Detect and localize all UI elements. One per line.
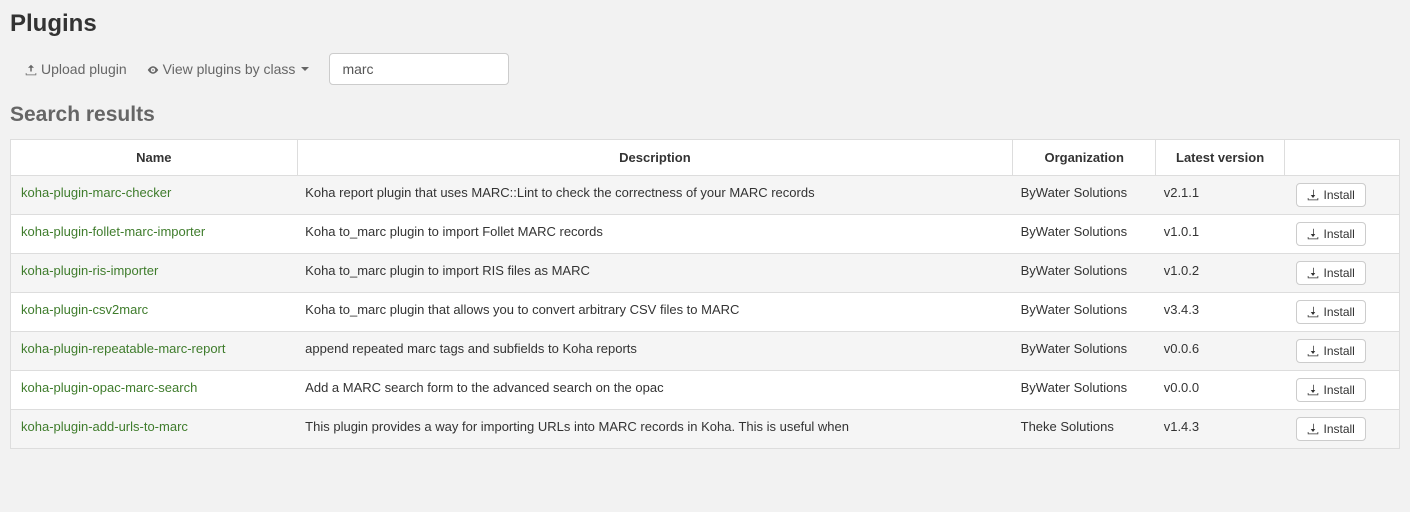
install-button[interactable]: Install xyxy=(1296,261,1365,285)
view-by-class-dropdown[interactable]: View plugins by class xyxy=(147,61,310,77)
plugin-description: This plugin provides a way for importing… xyxy=(297,410,1012,449)
plugin-description: Koha to_marc plugin to import RIS files … xyxy=(297,254,1012,293)
col-description-header: Description xyxy=(297,140,1012,176)
plugin-search-input[interactable] xyxy=(329,53,509,85)
plugin-description: Koha report plugin that uses MARC::Lint … xyxy=(297,176,1012,215)
caret-down-icon xyxy=(301,67,309,71)
view-by-class-label: View plugins by class xyxy=(163,61,296,77)
install-button[interactable]: Install xyxy=(1296,183,1365,207)
install-label: Install xyxy=(1323,383,1354,397)
plugin-name-link[interactable]: koha-plugin-repeatable-marc-report xyxy=(21,341,226,356)
install-label: Install xyxy=(1323,266,1354,280)
install-button[interactable]: Install xyxy=(1296,378,1365,402)
plugin-organization: ByWater Solutions xyxy=(1013,254,1156,293)
install-label: Install xyxy=(1323,422,1354,436)
plugin-name-link[interactable]: koha-plugin-marc-checker xyxy=(21,185,171,200)
plugin-name-link[interactable]: koha-plugin-follet-marc-importer xyxy=(21,224,205,239)
plugin-version: v1.0.1 xyxy=(1156,215,1285,254)
plugin-name-link[interactable]: koha-plugin-add-urls-to-marc xyxy=(21,419,188,434)
install-label: Install xyxy=(1323,344,1354,358)
plugin-version: v0.0.0 xyxy=(1156,371,1285,410)
plugin-version: v3.4.3 xyxy=(1156,293,1285,332)
plugin-toolbar: Upload plugin View plugins by class xyxy=(10,53,1400,85)
plugin-organization: Theke Solutions xyxy=(1013,410,1156,449)
table-row: koha-plugin-marc-checker Koha report plug… xyxy=(11,176,1399,215)
plugin-organization: ByWater Solutions xyxy=(1013,215,1156,254)
plugin-organization: ByWater Solutions xyxy=(1013,332,1156,371)
col-organization-header: Organization xyxy=(1013,140,1156,176)
plugin-version: v1.4.3 xyxy=(1156,410,1285,449)
download-icon xyxy=(1307,267,1319,279)
install-label: Install xyxy=(1323,188,1354,202)
download-icon xyxy=(1307,345,1319,357)
download-icon xyxy=(1307,228,1319,240)
install-button[interactable]: Install xyxy=(1296,222,1365,246)
plugin-version: v1.0.2 xyxy=(1156,254,1285,293)
plugins-table: Name Description Organization Latest ver… xyxy=(11,140,1399,448)
page-title: Plugins xyxy=(10,10,1400,38)
col-name-header: Name xyxy=(11,140,297,176)
download-icon xyxy=(1307,423,1319,435)
plugin-organization: ByWater Solutions xyxy=(1013,371,1156,410)
plugin-description: Add a MARC search form to the advanced s… xyxy=(297,371,1012,410)
results-panel: Name Description Organization Latest ver… xyxy=(10,139,1400,449)
plugin-organization: ByWater Solutions xyxy=(1013,176,1156,215)
upload-plugin-label: Upload plugin xyxy=(41,61,127,77)
download-icon xyxy=(1307,189,1319,201)
col-version-header: Latest version xyxy=(1156,140,1285,176)
table-row: koha-plugin-follet-marc-importer Koha to_… xyxy=(11,215,1399,254)
plugin-description: append repeated marc tags and subfields … xyxy=(297,332,1012,371)
plugin-description: Koha to_marc plugin to import Follet MAR… xyxy=(297,215,1012,254)
plugin-description: Koha to_marc plugin that allows you to c… xyxy=(297,293,1012,332)
plugin-name-link[interactable]: koha-plugin-ris-importer xyxy=(21,263,158,278)
table-row: koha-plugin-repeatable-marc-report append… xyxy=(11,332,1399,371)
plugin-organization: ByWater Solutions xyxy=(1013,293,1156,332)
table-row: koha-plugin-ris-importer Koha to_marc plu… xyxy=(11,254,1399,293)
install-label: Install xyxy=(1323,227,1354,241)
table-row: koha-plugin-csv2marc Koha to_marc plugin … xyxy=(11,293,1399,332)
plugin-version: v0.0.6 xyxy=(1156,332,1285,371)
install-label: Install xyxy=(1323,305,1354,319)
results-heading: Search results xyxy=(10,103,1400,127)
upload-plugin-button[interactable]: Upload plugin xyxy=(25,61,127,77)
download-icon xyxy=(1307,384,1319,396)
col-action-header xyxy=(1284,140,1399,176)
install-button[interactable]: Install xyxy=(1296,300,1365,324)
plugin-version: v2.1.1 xyxy=(1156,176,1285,215)
download-icon xyxy=(1307,306,1319,318)
install-button[interactable]: Install xyxy=(1296,339,1365,363)
eye-icon xyxy=(147,63,159,75)
table-row: koha-plugin-opac-marc-search Add a MARC s… xyxy=(11,371,1399,410)
upload-icon xyxy=(25,63,37,75)
plugin-name-link[interactable]: koha-plugin-opac-marc-search xyxy=(21,380,197,395)
table-row: koha-plugin-add-urls-to-marc This plugin … xyxy=(11,410,1399,449)
plugin-name-link[interactable]: koha-plugin-csv2marc xyxy=(21,302,148,317)
install-button[interactable]: Install xyxy=(1296,417,1365,441)
